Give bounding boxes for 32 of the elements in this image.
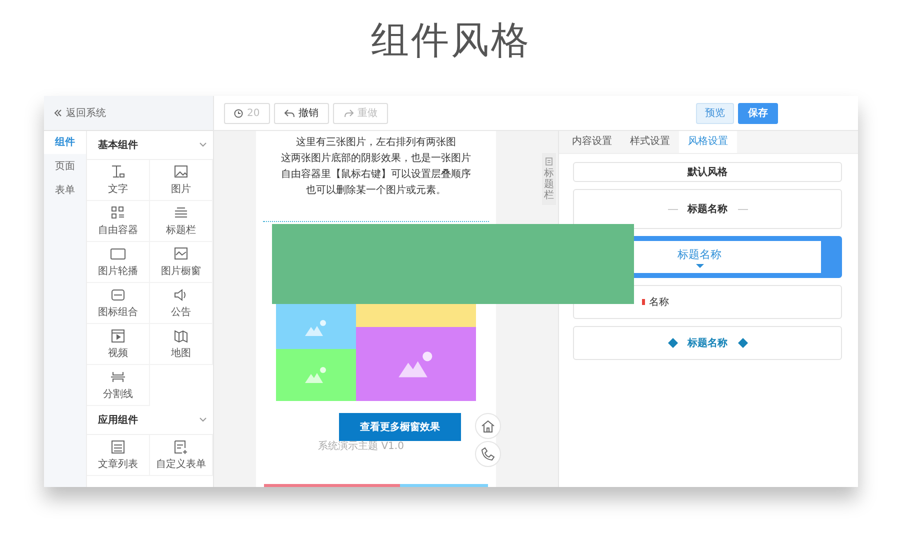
component-item[interactable]: 自定义表单 — [150, 435, 213, 476]
component-item[interactable]: 分割线 — [87, 365, 150, 406]
component-item[interactable]: 自由容器 — [87, 201, 150, 242]
settings-tab[interactable]: 内容设置 — [563, 131, 621, 153]
component-item[interactable]: 标题栏 — [150, 201, 213, 242]
settings-tab[interactable]: 风格设置 — [679, 131, 737, 153]
component-item[interactable]: 视频 — [87, 324, 150, 365]
style-option[interactable]: 标题名称 — [573, 326, 842, 360]
group-header[interactable]: 基本组件 — [87, 131, 213, 160]
text-line: 这两张图片底部的阴影效果，也是一张图片 — [281, 152, 471, 166]
page-title: 组件风格 — [370, 17, 532, 64]
undo-button[interactable]: 撤销 — [274, 102, 329, 124]
style-option[interactable]: 标题名称 — [573, 189, 842, 229]
more-button[interactable]: 查看更多橱窗效果 — [339, 413, 461, 441]
component-item[interactable]: 公告 — [150, 283, 213, 324]
component-item[interactable]: 文字 — [87, 160, 150, 201]
component-item[interactable]: 地图 — [150, 324, 213, 365]
settings-tab[interactable]: 样式设置 — [621, 131, 679, 153]
sidebar-tab[interactable]: 表单 — [44, 179, 86, 202]
text-line: 自由容器里【鼠标右键】可以设置层叠顺序 — [281, 168, 471, 182]
text-line: 也可以删除某一个图片或元素。 — [306, 184, 446, 198]
back-link[interactable]: 返回系统 — [44, 96, 213, 131]
component-item[interactable]: 文章列表 — [87, 435, 150, 476]
group-header[interactable]: 应用组件 — [87, 406, 213, 435]
component-item[interactable]: 图标组合 — [87, 283, 150, 324]
sidebar-tab[interactable]: 页面 — [44, 155, 86, 178]
component-item[interactable]: 图片橱窗 — [150, 242, 213, 283]
component-item[interactable]: 图片 — [150, 160, 213, 201]
footer-text: 系统演示主题 V1.0 — [318, 440, 404, 453]
style-option[interactable]: 默认风格 — [573, 162, 842, 182]
component-item[interactable]: 图片轮播 — [87, 242, 150, 283]
text-line: 这里有三张图片，左右排列有两张图 — [296, 136, 456, 150]
